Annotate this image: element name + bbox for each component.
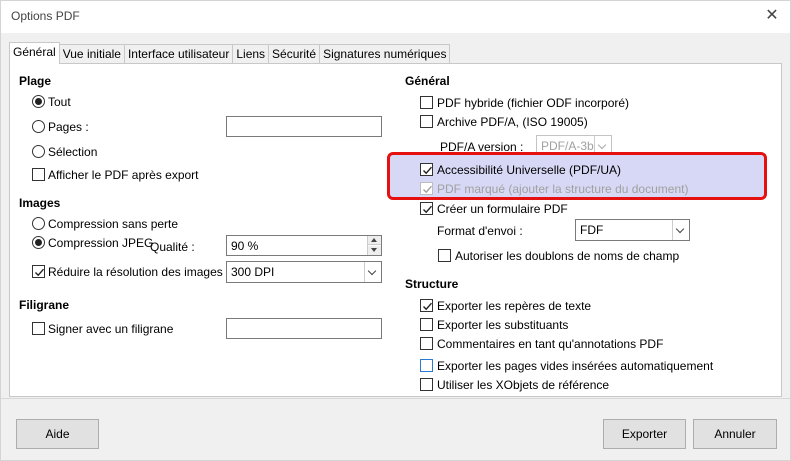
- checkbox-xobjets-reference[interactable]: [420, 378, 433, 391]
- checkbox-pdf-hybride[interactable]: [420, 96, 433, 109]
- compression-jpeg-label: Compression JPEG: [48, 236, 154, 250]
- checkbox-signer-filigrane[interactable]: [32, 322, 45, 335]
- chevron-down-icon: [364, 262, 381, 282]
- checkmark-icon: [423, 205, 433, 214]
- aide-button[interactable]: Aide: [16, 419, 99, 449]
- archive-pdfa-label: Archive PDF/A, (ISO 19005): [437, 115, 588, 129]
- radio-compression-sans-perte[interactable]: [32, 217, 45, 230]
- afficher-pdf-label: Afficher le PDF après export: [48, 168, 199, 182]
- general-header: Général: [405, 74, 450, 88]
- checkbox-reperes-texte[interactable]: [420, 299, 433, 312]
- checkmark-icon: [423, 302, 433, 311]
- radio-pages[interactable]: [32, 120, 45, 133]
- creer-formulaire-label: Créer un formulaire PDF: [437, 202, 568, 216]
- chevron-down-icon: [672, 220, 689, 240]
- exporter-button[interactable]: Exporter: [603, 419, 686, 449]
- tab-bar: Général Vue initiale Interface utilisate…: [9, 42, 451, 64]
- radio-selection-label: Sélection: [48, 145, 98, 159]
- checkmark-icon: [35, 268, 45, 277]
- footer-divider: [1, 398, 790, 399]
- close-icon[interactable]: ✕: [764, 8, 780, 24]
- checkbox-accessibilite-universelle[interactable]: [420, 163, 433, 176]
- reduire-resolution-label: Réduire la résolution des images: [48, 265, 223, 279]
- compression-sans-perte-label: Compression sans perte: [48, 217, 179, 231]
- options-pdf-dialog: Options PDF ✕ Général Vue initiale Inter…: [0, 0, 791, 461]
- checkbox-afficher-pdf[interactable]: [32, 168, 45, 181]
- radio-tout-label: Tout: [48, 95, 71, 109]
- dpi-select[interactable]: 300 DPI: [226, 261, 382, 283]
- format-envoi-select[interactable]: FDF: [575, 219, 690, 241]
- radio-compression-jpeg[interactable]: [32, 236, 45, 249]
- checkbox-doublons-champ[interactable]: [438, 249, 451, 262]
- qualite-label: Qualité :: [150, 240, 195, 254]
- pages-vides-label: Exporter les pages vides insérées automa…: [437, 359, 714, 373]
- checkbox-pdf-marque[interactable]: [420, 182, 433, 195]
- tab-securite[interactable]: Sécurité: [268, 44, 321, 64]
- window-title: Options PDF: [11, 9, 80, 23]
- filigrane-header: Filigrane: [19, 298, 70, 312]
- annuler-button[interactable]: Annuler: [693, 419, 777, 449]
- pages-input[interactable]: [226, 116, 382, 137]
- checkbox-archive-pdfa[interactable]: [420, 115, 433, 128]
- qualite-spinbox[interactable]: 90 %: [226, 235, 382, 256]
- title-bar: Options PDF ✕: [1, 1, 790, 33]
- pdf-hybride-label: PDF hybride (fichier ODF incorporé): [437, 96, 630, 110]
- radio-pages-label: Pages :: [48, 120, 89, 134]
- tab-liens[interactable]: Liens: [232, 44, 270, 64]
- dpi-value: 300 DPI: [231, 265, 275, 279]
- filigrane-input[interactable]: [226, 318, 382, 339]
- format-envoi-label: Format d'envoi :: [437, 224, 523, 238]
- spin-down-icon[interactable]: [368, 246, 381, 255]
- accessibilite-universelle-label: Accessibilité Universelle (PDF/UA): [437, 163, 622, 177]
- checkbox-pages-vides[interactable]: [420, 359, 433, 372]
- tab-general[interactable]: Général: [9, 42, 60, 64]
- substituants-label: Exporter les substituants: [437, 318, 569, 332]
- commentaires-annotations-label: Commentaires en tant qu'annotations PDF: [437, 337, 664, 351]
- doublons-champ-label: Autoriser les doublons de noms de champ: [455, 249, 680, 263]
- spin-up-icon[interactable]: [368, 236, 381, 245]
- checkmark-icon: [423, 185, 433, 194]
- tab-interface-utilisateur[interactable]: Interface utilisateur: [123, 44, 234, 64]
- xobjets-reference-label: Utiliser les XObjets de référence: [437, 378, 610, 392]
- format-envoi-value: FDF: [580, 223, 604, 237]
- checkbox-creer-formulaire[interactable]: [420, 202, 433, 215]
- reperes-texte-label: Exporter les repères de texte: [437, 299, 592, 313]
- checkbox-reduire-resolution[interactable]: [32, 265, 45, 278]
- signer-filigrane-label: Signer avec un filigrane: [48, 322, 174, 336]
- radio-selection[interactable]: [32, 145, 45, 158]
- tab-signatures-numeriques[interactable]: Signatures numériques: [319, 44, 451, 64]
- checkmark-icon: [423, 166, 433, 175]
- qualite-value: 90 %: [231, 239, 259, 253]
- pdf-marque-label: PDF marqué (ajouter la structure du docu…: [437, 182, 689, 196]
- plage-header: Plage: [19, 74, 52, 88]
- radio-tout[interactable]: [32, 95, 45, 108]
- pdfa-version-value: PDF/A-3b: [541, 139, 594, 153]
- checkbox-commentaires-annotations[interactable]: [420, 337, 433, 350]
- checkbox-substituants[interactable]: [420, 318, 433, 331]
- structure-header: Structure: [405, 277, 459, 291]
- qualite-spin-buttons[interactable]: [367, 236, 381, 255]
- tab-vue-initiale[interactable]: Vue initiale: [58, 44, 125, 64]
- images-header: Images: [19, 196, 61, 210]
